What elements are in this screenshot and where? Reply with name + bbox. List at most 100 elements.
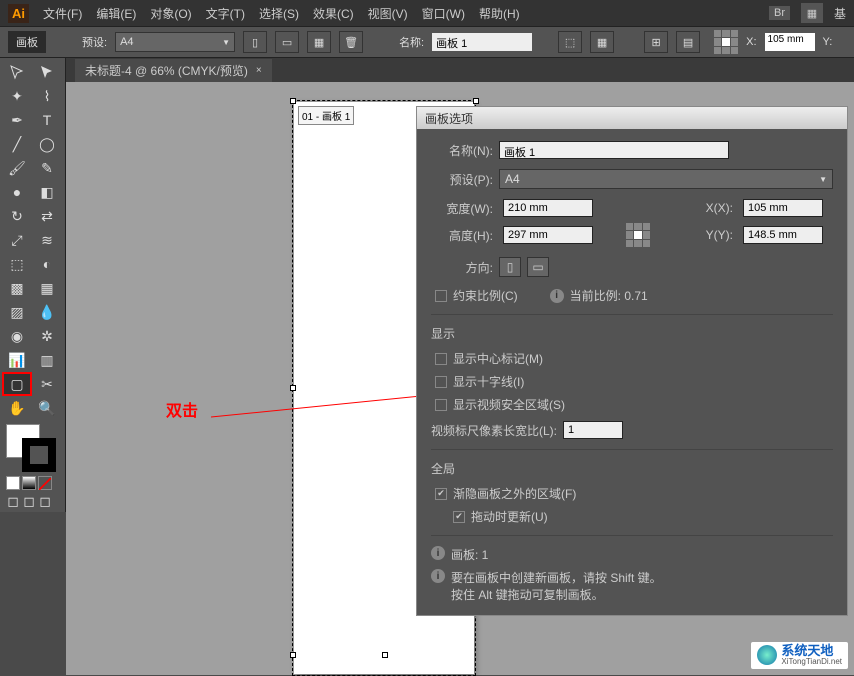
constrain-label: 约束比例(C)	[453, 287, 518, 304]
dialog-titlebar[interactable]: 画板选项	[417, 107, 847, 129]
line-tool[interactable]: ╱	[2, 132, 32, 156]
rearrange-button[interactable]: ▤	[676, 31, 700, 53]
swatch-gradient[interactable]	[22, 476, 36, 490]
dlg-y-input[interactable]: 148.5 mm	[743, 226, 823, 244]
watermark-url: XiTongTianDi.net	[781, 658, 842, 667]
dlg-x-input[interactable]: 105 mm	[743, 199, 823, 217]
rotate-tool[interactable]: ↻	[2, 204, 32, 228]
selection-tool[interactable]	[2, 60, 32, 84]
orient-landscape-button[interactable]: ▭	[275, 31, 299, 53]
show-center-checkbox[interactable]	[435, 353, 447, 365]
dlg-width-input[interactable]: 210 mm	[503, 199, 593, 217]
hand-tool[interactable]: ✋	[2, 396, 32, 420]
pencil-tool[interactable]: ✎	[32, 156, 62, 180]
dlg-orient-landscape[interactable]: ▭	[527, 257, 549, 277]
dlg-orient-portrait[interactable]: ▯	[499, 257, 521, 277]
resize-handle-tl[interactable]	[290, 98, 296, 104]
gradient-tool[interactable]: ▨	[2, 300, 32, 324]
orient-portrait-button[interactable]: ▯	[243, 31, 267, 53]
pixel-ratio-input[interactable]: 1	[563, 421, 623, 439]
eyedropper-tool[interactable]: 💧	[32, 300, 62, 324]
menu-select[interactable]: 选择(S)	[259, 5, 299, 22]
constrain-checkbox[interactable]	[435, 290, 447, 302]
menu-object[interactable]: 对象(O)	[150, 5, 191, 22]
arrange-docs-button[interactable]: ▦	[800, 2, 824, 24]
swatch-color[interactable]	[6, 476, 20, 490]
display-heading: 显示	[431, 325, 833, 342]
document-tab[interactable]: 未标题-4 @ 66% (CMYK/预览) ×	[75, 59, 272, 82]
zoom-tool[interactable]: 🔍	[32, 396, 62, 420]
bridge-button[interactable]: Br	[769, 6, 790, 20]
fade-outside-checkbox[interactable]: ✔	[435, 488, 447, 500]
reflect-tool[interactable]: ⇄	[32, 204, 62, 228]
shape-builder-tool[interactable]: ◐	[32, 252, 62, 276]
draw-behind[interactable]: ◻	[22, 494, 36, 508]
graph-tool[interactable]: 📊	[2, 348, 32, 372]
color-picker[interactable]	[2, 424, 62, 474]
magic-wand-tool[interactable]: ✦	[2, 84, 32, 108]
draw-inside[interactable]: ◻	[38, 494, 52, 508]
show-cross-checkbox[interactable]	[435, 376, 447, 388]
artboard-options-dialog: 画板选项 名称(N): 画板 1 预设(P): A4▼ 宽度(W): 210 m…	[416, 106, 848, 616]
show-center-label: 显示中心标记(M)	[453, 350, 543, 367]
perspective-tool[interactable]: ▩	[2, 276, 32, 300]
mode-label: 画板	[8, 31, 46, 53]
preset-dropdown[interactable]: A4▼	[115, 32, 235, 52]
stroke-color[interactable]	[22, 438, 56, 472]
swatch-none[interactable]	[38, 476, 52, 490]
resize-handle-tr[interactable]	[473, 98, 479, 104]
dlg-reference-grid[interactable]	[626, 223, 650, 247]
reference-point-grid[interactable]	[714, 30, 738, 54]
draw-normal[interactable]: ◻	[6, 494, 20, 508]
tab-close-button[interactable]: ×	[256, 65, 262, 76]
paintbrush-tool[interactable]: 🖌	[2, 156, 32, 180]
hint-line-1: 要在画板中创建新画板，请按 Shift 键。	[451, 569, 662, 586]
drag-update-checkbox[interactable]: ✔	[453, 511, 465, 523]
dlg-name-input[interactable]: 画板 1	[499, 141, 729, 159]
workspace-label[interactable]: 基	[834, 5, 846, 22]
artboard-name-input[interactable]: 画板 1	[432, 33, 532, 51]
mesh-tool[interactable]: ▦	[32, 276, 62, 300]
info-icon: i	[431, 546, 445, 560]
ellipse-tool[interactable]: ◯	[32, 132, 62, 156]
menu-edit[interactable]: 编辑(E)	[96, 5, 136, 22]
pen-tool[interactable]: ✒	[2, 108, 32, 132]
options-button[interactable]: ▦	[590, 31, 614, 53]
slice-tool[interactable]: ✂	[32, 372, 62, 396]
column-graph-tool[interactable]: ▥	[32, 348, 62, 372]
new-artboard-button[interactable]: ▦	[307, 31, 331, 53]
dlg-preset-dropdown[interactable]: A4▼	[499, 169, 833, 189]
width-tool[interactable]: ≋	[32, 228, 62, 252]
free-transform-tool[interactable]: ⬚	[2, 252, 32, 276]
menu-file[interactable]: 文件(F)	[43, 5, 82, 22]
annotation-text: 双击	[166, 397, 198, 421]
direct-selection-tool[interactable]	[32, 60, 62, 84]
symbol-sprayer-tool[interactable]: ✲	[32, 324, 62, 348]
menu-window[interactable]: 窗口(W)	[422, 5, 465, 22]
dlg-height-input[interactable]: 297 mm	[503, 226, 593, 244]
global-heading: 全局	[431, 460, 833, 477]
menu-effect[interactable]: 效果(C)	[313, 5, 354, 22]
blob-brush-tool[interactable]: ●	[2, 180, 32, 204]
artboard-badge: 01 - 画板 1	[298, 106, 354, 125]
scale-tool[interactable]: ⤢	[2, 228, 32, 252]
dlg-y-label: Y(Y):	[683, 228, 733, 242]
x-input[interactable]: 105 mm	[765, 33, 815, 51]
eraser-tool[interactable]: ◧	[32, 180, 62, 204]
artboard-tool[interactable]: ▢	[2, 372, 32, 396]
type-tool[interactable]: T	[32, 108, 62, 132]
lasso-tool[interactable]: ⌇	[32, 84, 62, 108]
menu-view[interactable]: 视图(V)	[368, 5, 408, 22]
hint-line-2: 按住 Alt 键拖动可复制画板。	[451, 586, 662, 603]
show-safe-checkbox[interactable]	[435, 399, 447, 411]
resize-handle-ml[interactable]	[290, 385, 296, 391]
align-button[interactable]: ⊞	[644, 31, 668, 53]
menu-type[interactable]: 文字(T)	[206, 5, 245, 22]
resize-handle-bl[interactable]	[290, 652, 296, 658]
resize-handle-bm[interactable]	[382, 652, 388, 658]
y-label: Y:	[823, 36, 833, 48]
move-with-art-button[interactable]: ⬚	[558, 31, 582, 53]
menu-help[interactable]: 帮助(H)	[479, 5, 520, 22]
blend-tool[interactable]: ◉	[2, 324, 32, 348]
delete-artboard-button[interactable]: 🗑	[339, 31, 363, 53]
